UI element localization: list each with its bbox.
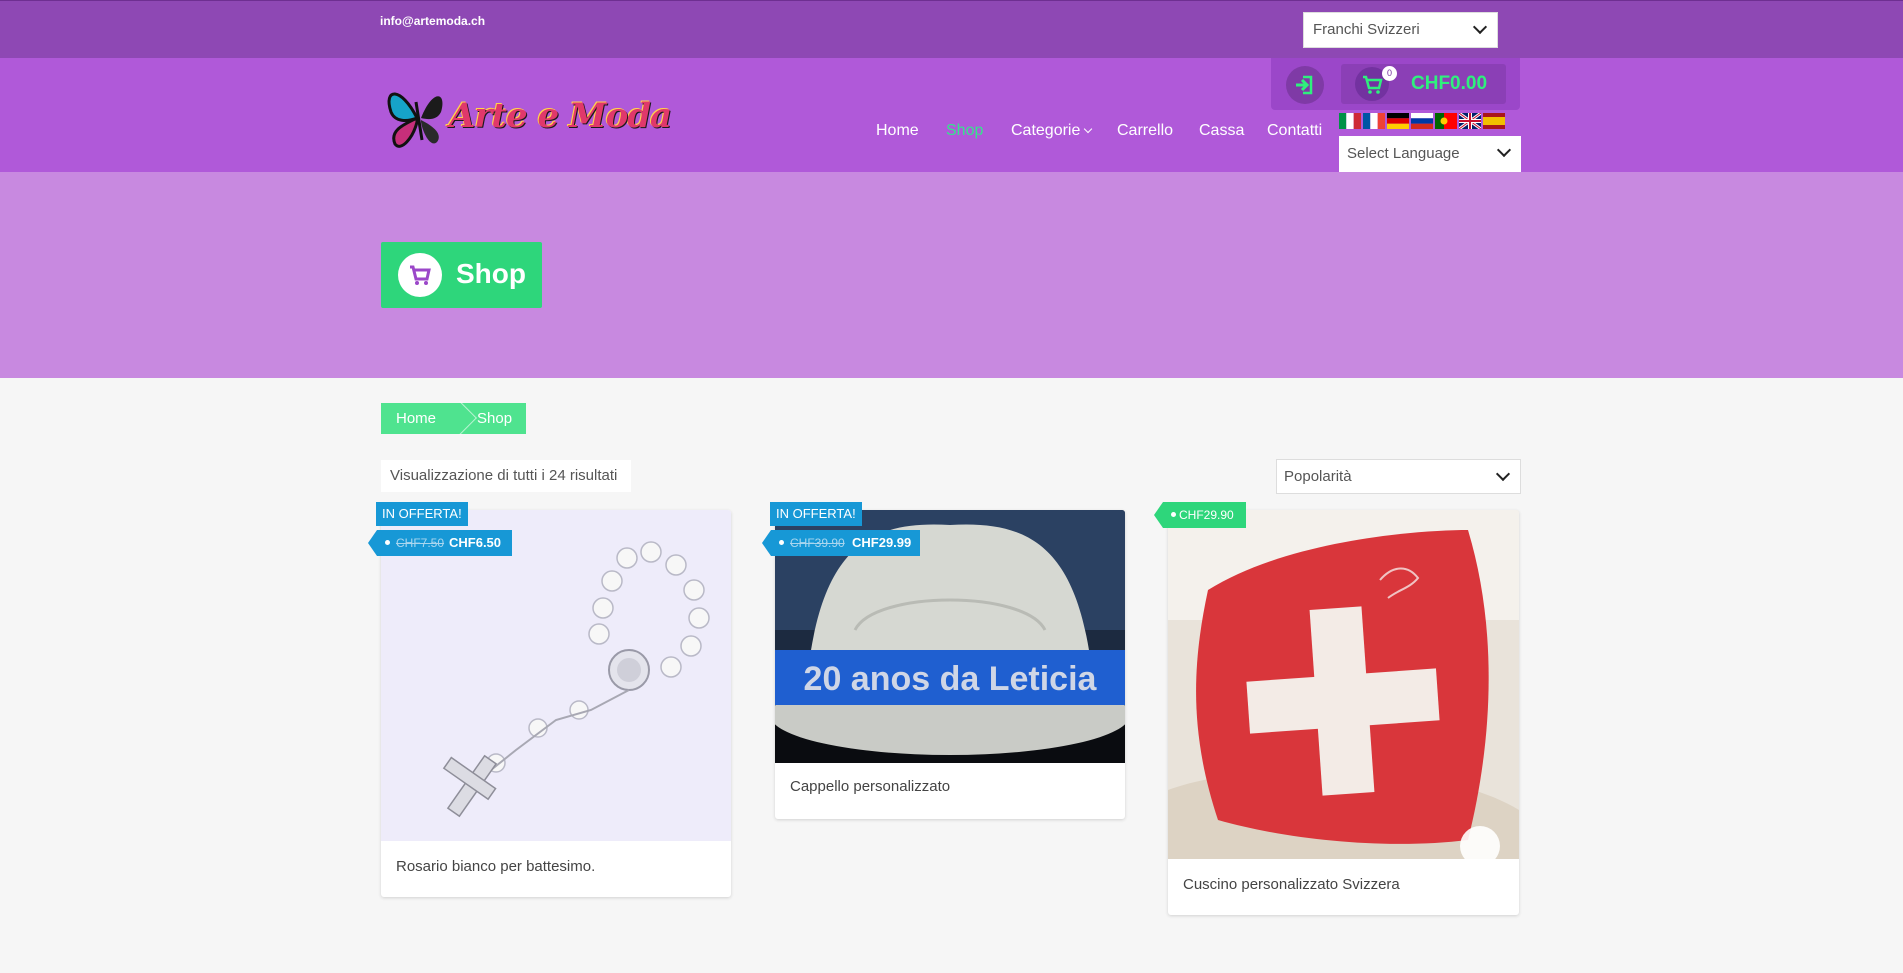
login-button[interactable] xyxy=(1286,66,1324,104)
breadcrumb-home[interactable]: Home xyxy=(396,410,436,427)
result-count: Visualizzazione di tutti i 24 risultati xyxy=(381,460,631,492)
italian-flag-icon[interactable] xyxy=(1339,113,1361,129)
current-price: CHF29.99 xyxy=(852,535,912,550)
price-tag-arrow xyxy=(368,530,377,556)
cart-count-badge: 0 xyxy=(1382,66,1397,81)
logo-text: Arte e Moda xyxy=(449,96,672,136)
spanish-flag-icon[interactable] xyxy=(1483,113,1505,129)
butterfly-icon xyxy=(387,92,443,148)
current-price: CHF29.90 xyxy=(1179,508,1234,522)
nav-item-carrello[interactable]: Carrello xyxy=(1117,122,1173,140)
price-tag-dot xyxy=(779,540,784,545)
price-tag-dot xyxy=(385,540,390,545)
currency-select[interactable]: Franchi Svizzeri xyxy=(1303,12,1498,48)
shop-icon-circle xyxy=(398,253,442,297)
sign-in-icon xyxy=(1296,75,1313,95)
hat-print-text: 20 anos da Leticia xyxy=(804,660,1098,698)
breadcrumb-separator xyxy=(443,401,477,435)
price-tag-arrow xyxy=(762,530,771,556)
contact-email[interactable]: info@artemoda.ch xyxy=(380,14,485,28)
portuguese-flag-icon[interactable] xyxy=(1435,113,1457,129)
language-select-label: Select Language xyxy=(1347,145,1460,162)
price-tag: CHF7.50 CHF6.50 xyxy=(368,530,512,556)
breadcrumb-shop: Shop xyxy=(477,410,513,427)
price-tag: CHF39.90 CHF29.99 xyxy=(762,530,920,556)
old-price: CHF39.90 xyxy=(790,536,845,550)
sale-badge: IN OFFERTA! xyxy=(770,502,862,526)
price-tag-arrow xyxy=(1154,502,1163,528)
nav-item-categorie[interactable]: Categorie xyxy=(1011,122,1080,140)
page-title: Shop xyxy=(456,258,526,289)
french-flag-icon[interactable] xyxy=(1363,113,1385,129)
nav-item-home[interactable]: Home xyxy=(876,122,919,140)
nav-item-cassa[interactable]: Cassa xyxy=(1199,122,1244,140)
page-banner: Shop xyxy=(0,172,1903,378)
sale-badge: IN OFFERTA! xyxy=(376,502,468,526)
site-logo[interactable]: Arte e Moda xyxy=(381,78,672,152)
nav-item-contatti[interactable]: Contatti xyxy=(1267,122,1322,140)
product-image-rosary[interactable] xyxy=(381,510,731,841)
price-tag: CHF29.90 xyxy=(1154,502,1246,528)
page-title-badge: Shop xyxy=(381,242,542,308)
account-cart-area: 0 CHF0.00 xyxy=(1271,58,1520,110)
product-card[interactable]: Rosario bianco per battesimo. xyxy=(381,510,731,897)
product-title[interactable]: Rosario bianco per battesimo. xyxy=(396,858,595,875)
current-price: CHF6.50 xyxy=(449,535,502,550)
old-price: CHF7.50 xyxy=(396,536,445,550)
site-header: Arte e Moda 0 CHF0.00 xyxy=(0,58,1903,172)
cart-total: CHF0.00 xyxy=(1411,73,1488,94)
language-select[interactable]: Select Language xyxy=(1339,136,1521,172)
german-flag-icon[interactable] xyxy=(1387,113,1409,129)
russian-flag-icon[interactable] xyxy=(1411,113,1433,129)
english-flag-icon[interactable] xyxy=(1459,113,1481,129)
orderby-select[interactable]: Popolarità xyxy=(1276,459,1521,494)
chevron-down-icon xyxy=(1472,19,1488,35)
product-title[interactable]: Cuscino personalizzato Svizzera xyxy=(1183,876,1400,893)
product-card[interactable]: 20 anos da Leticia Cappello personalizza… xyxy=(775,510,1125,819)
orderby-value: Popolarità xyxy=(1284,468,1352,485)
chevron-down-icon xyxy=(1496,142,1512,158)
product-image-pillow[interactable] xyxy=(1168,510,1519,859)
shopping-cart-icon xyxy=(410,265,431,285)
chevron-down-icon xyxy=(1495,466,1511,482)
top-bar: info@artemoda.ch Franchi Svizzeri xyxy=(0,0,1903,58)
product-title[interactable]: Cappello personalizzato xyxy=(790,778,950,795)
breadcrumb: Home Shop xyxy=(381,401,526,435)
cart-button[interactable]: 0 CHF0.00 xyxy=(1341,64,1506,104)
product-card[interactable]: Cuscino personalizzato Svizzera xyxy=(1168,510,1519,915)
price-tag-dot xyxy=(1171,512,1176,517)
nav-item-shop[interactable]: Shop xyxy=(946,122,983,140)
currency-value: Franchi Svizzeri xyxy=(1313,21,1420,38)
